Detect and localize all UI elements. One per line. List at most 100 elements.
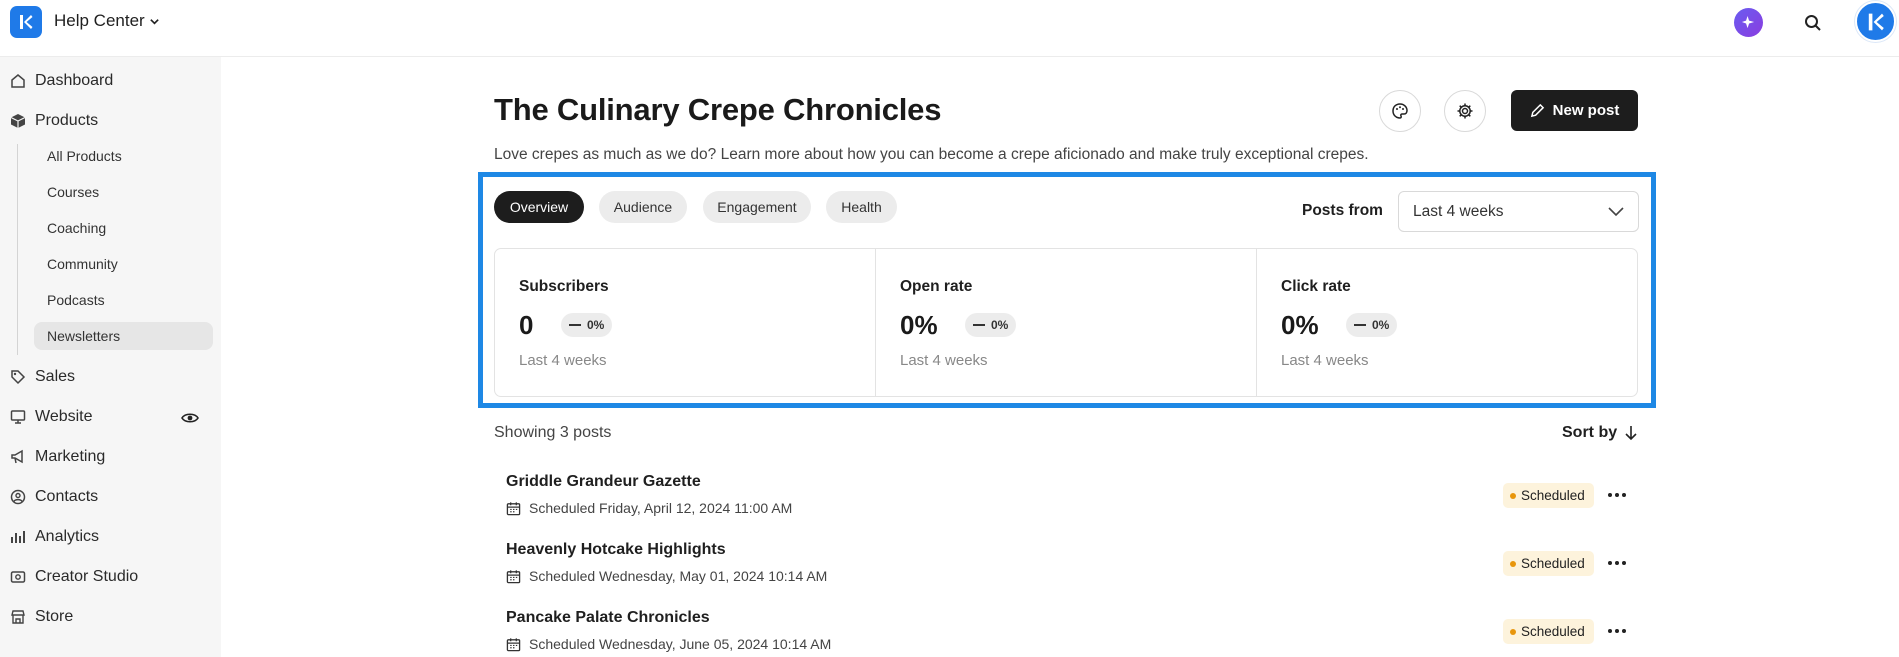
more-options-button[interactable] (1606, 553, 1628, 573)
sidebar-item-label: Products (35, 112, 99, 129)
sidebar-item-sales[interactable]: Sales (10, 364, 75, 390)
sidebar-item-label: Website (35, 408, 93, 425)
post-title[interactable]: Griddle Grandeur Gazette (506, 473, 701, 491)
sort-by-button[interactable]: Sort by (1562, 424, 1637, 442)
status-badge: Scheduled (1503, 483, 1594, 508)
sidebar-item-store[interactable]: Store (10, 604, 73, 630)
sidebar-item-analytics[interactable]: Analytics (10, 524, 99, 550)
ai-sparkle-button[interactable] (1734, 8, 1763, 37)
eye-icon[interactable] (180, 408, 200, 428)
submenu-divider (17, 144, 18, 355)
sidebar-subitem-all-products[interactable]: All Products (34, 142, 213, 170)
list-item[interactable]: Heavenly Hotcake Highlights Scheduled We… (494, 541, 1638, 597)
tab-label: Overview (509, 199, 569, 215)
sidebar: Dashboard Products All Products Courses … (0, 57, 221, 657)
dash-icon (1354, 324, 1366, 326)
sidebar-item-marketing[interactable]: Marketing (10, 444, 105, 470)
more-options-button[interactable] (1606, 621, 1628, 641)
post-schedule-text: Scheduled Wednesday, May 01, 2024 10:14 … (529, 568, 828, 584)
sidebar-subitem-label: Newsletters (47, 328, 121, 344)
stat-change-badge: 0% (965, 313, 1017, 337)
palette-icon (1392, 103, 1408, 119)
status-badge: Scheduled (1503, 619, 1594, 644)
chevron-down-icon (149, 18, 159, 25)
settings-button[interactable] (1444, 90, 1486, 132)
tab-label: Health (841, 199, 882, 215)
posts-from-value: Last 4 weeks (1413, 202, 1504, 220)
stat-period: Last 4 weeks (900, 352, 988, 369)
megaphone-icon (11, 449, 23, 464)
post-schedule: Scheduled Wednesday, June 05, 2024 10:14… (506, 636, 831, 652)
monitor-icon (10, 410, 26, 424)
sidebar-subitem-courses[interactable]: Courses (34, 178, 213, 206)
stat-label: Click rate (1281, 278, 1351, 295)
status-dot-icon (1510, 560, 1516, 567)
stat-change-badge: 0% (1346, 313, 1398, 337)
stat-label: Subscribers (519, 278, 609, 295)
search-button[interactable] (1800, 10, 1826, 36)
list-item[interactable]: Pancake Palate Chronicles Scheduled Wedn… (494, 609, 1638, 657)
new-post-label: New post (1552, 102, 1620, 119)
tab-audience[interactable]: Audience (599, 191, 687, 223)
gear-icon (1457, 103, 1473, 119)
stat-value: 0% (1281, 310, 1319, 340)
status-dot-icon (1510, 628, 1516, 635)
post-schedule: Scheduled Friday, April 12, 2024 11:00 A… (506, 500, 792, 516)
page-title: The Culinary Crepe Chronicles (494, 92, 942, 127)
sidebar-subitem-label: Coaching (47, 220, 107, 236)
top-bar (0, 0, 1899, 57)
more-options-button[interactable] (1606, 485, 1628, 505)
sidebar-item-website[interactable]: Website (10, 404, 93, 430)
dash-icon (569, 324, 581, 326)
sidebar-item-creator-studio[interactable]: Creator Studio (10, 564, 138, 590)
stat-value: 0 (519, 310, 534, 340)
sidebar-subitem-podcasts[interactable]: Podcasts (34, 286, 213, 314)
stat-click-rate: Click rate 0% 0% Last 4 weeks (1257, 249, 1637, 396)
post-title[interactable]: Pancake Palate Chronicles (506, 609, 710, 627)
search-icon (1805, 15, 1821, 31)
sidebar-item-label: Dashboard (35, 72, 114, 89)
posts-from-label: Posts from (1302, 202, 1383, 219)
stat-label: Open rate (900, 278, 973, 295)
post-title[interactable]: Heavenly Hotcake Highlights (506, 541, 726, 559)
stat-change-value: 0% (991, 318, 1009, 332)
tag-icon (11, 370, 26, 385)
sidebar-item-label: Store (35, 608, 74, 625)
stat-change-badge: 0% (561, 313, 613, 337)
sidebar-item-dashboard[interactable]: Dashboard (10, 68, 113, 94)
status-dot-icon (1510, 492, 1516, 499)
calendar-icon (506, 637, 521, 651)
status-label: Scheduled (1521, 556, 1585, 571)
tab-health[interactable]: Health (826, 191, 897, 223)
posts-from-select[interactable]: Last 4 weeks (1398, 191, 1639, 232)
sidebar-subitem-newsletters[interactable]: Newsletters (34, 322, 213, 350)
stat-change-value: 0% (587, 318, 605, 332)
sidebar-item-products[interactable]: Products (10, 108, 98, 134)
tab-engagement[interactable]: Engagement (703, 191, 811, 223)
sidebar-subitem-label: All Products (47, 148, 122, 164)
sort-by-label: Sort by (1562, 424, 1618, 441)
design-button[interactable] (1379, 90, 1421, 132)
tab-label: Audience (613, 199, 673, 215)
sidebar-item-label: Creator Studio (35, 568, 139, 585)
sidebar-item-label: Marketing (35, 448, 106, 465)
calendar-icon (506, 569, 521, 583)
sidebar-item-label: Sales (35, 368, 76, 385)
sidebar-item-label: Contacts (35, 488, 99, 505)
sidebar-subitem-community[interactable]: Community (34, 250, 213, 278)
avatar[interactable] (1855, 1, 1896, 42)
stat-change-value: 0% (1372, 318, 1390, 332)
tab-overview[interactable]: Overview (494, 191, 584, 223)
sidebar-item-contacts[interactable]: Contacts (10, 484, 98, 510)
post-schedule: Scheduled Wednesday, May 01, 2024 10:14 … (506, 568, 827, 584)
stat-period: Last 4 weeks (519, 352, 607, 369)
chevron-down-icon (1608, 206, 1624, 216)
logo-icon[interactable] (10, 6, 42, 38)
page-description: Love crepes as much as we do? Learn more… (494, 146, 1369, 163)
site-switcher[interactable]: Help Center (54, 11, 160, 31)
list-item[interactable]: Griddle Grandeur Gazette Scheduled Frida… (494, 473, 1638, 529)
sidebar-subitem-coaching[interactable]: Coaching (34, 214, 213, 242)
studio-icon (10, 571, 26, 583)
new-post-button[interactable]: New post (1511, 90, 1638, 131)
status-label: Scheduled (1521, 624, 1585, 639)
